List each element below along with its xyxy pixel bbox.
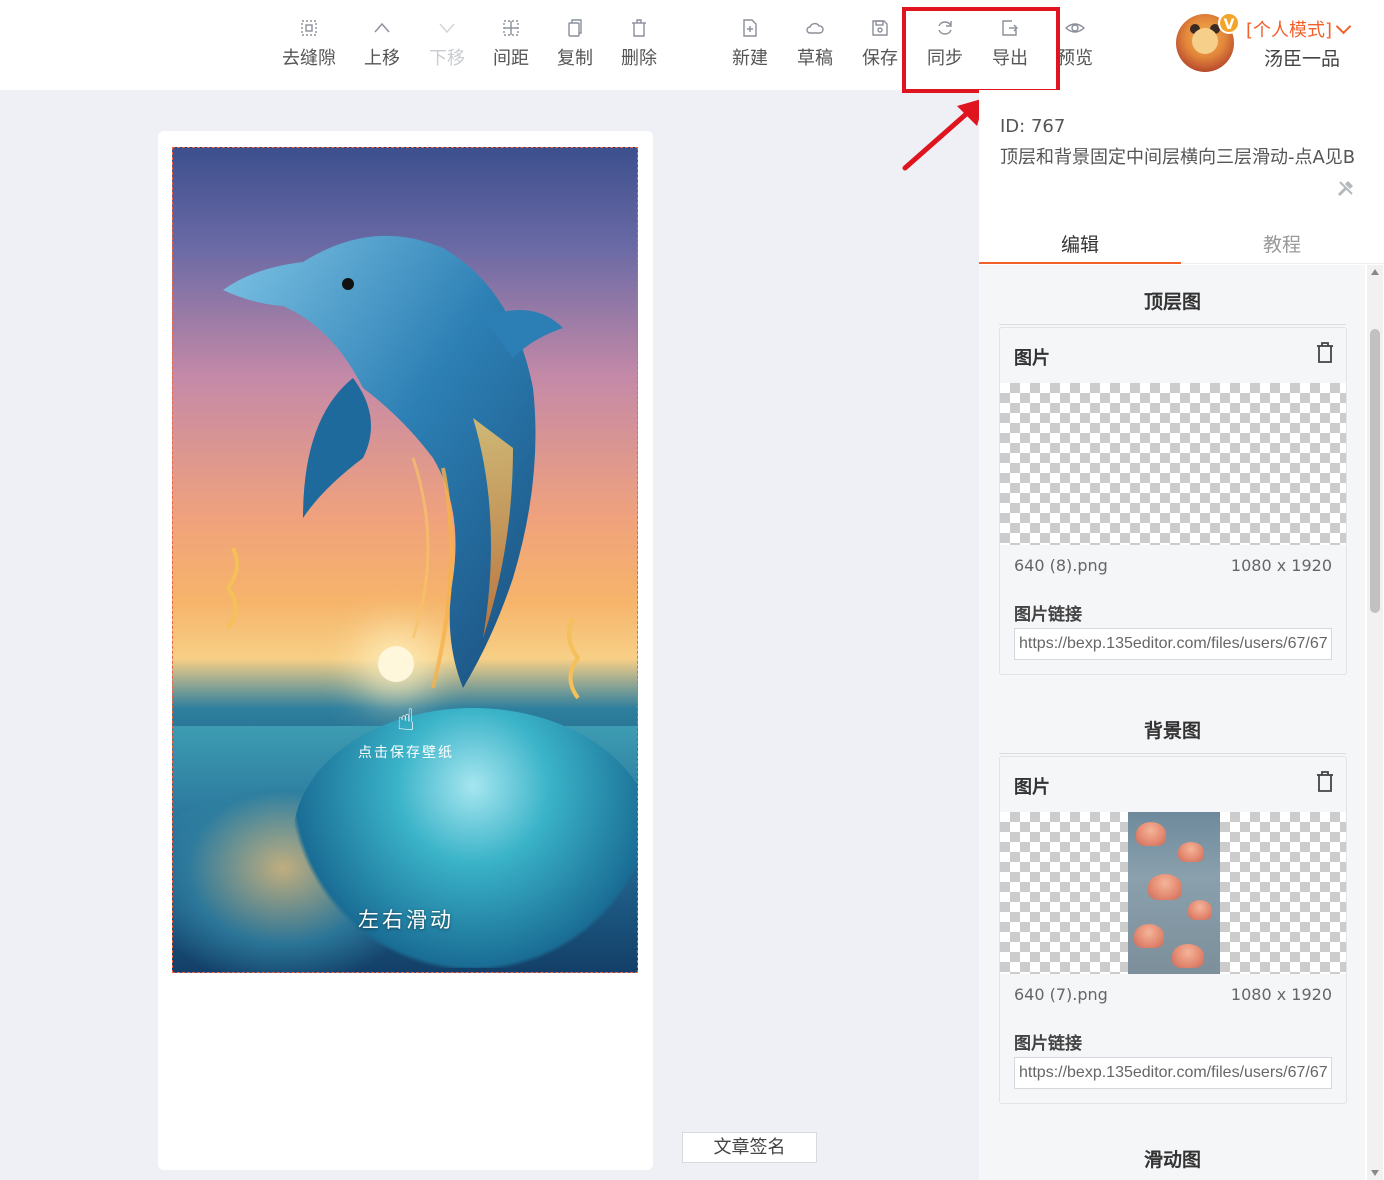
username: 汤臣一品	[1264, 48, 1341, 70]
section-title-background: 背景图	[999, 716, 1346, 754]
delete-button[interactable]: 删除	[609, 14, 669, 70]
spacing-icon	[481, 14, 541, 40]
tab-edit[interactable]: 编辑	[979, 230, 1181, 264]
template-title: 顶层和背景固定中间层横向三层滑动-点A见B	[1000, 147, 1356, 168]
file-name: 640 (8).png	[1014, 556, 1108, 575]
dolphin-artwork[interactable]: ☝ 点击保存壁纸 左右滑动	[172, 147, 638, 973]
vip-badge: V	[1218, 12, 1240, 34]
scrollbar-thumb[interactable]	[1370, 329, 1380, 613]
new-button[interactable]: 新建	[720, 14, 780, 70]
card-label: 图片	[1014, 777, 1050, 798]
move-down-button[interactable]: 下移	[417, 14, 477, 70]
mode-label: [个人模式]	[1246, 20, 1333, 41]
remove-gap-button[interactable]: 去缝隙	[279, 14, 339, 70]
image-link-input[interactable]	[1014, 628, 1332, 660]
file-size: 1080 x 1920	[1230, 985, 1332, 1004]
panel-scrollbar[interactable]	[1367, 265, 1383, 1180]
trash-icon[interactable]	[1316, 342, 1334, 364]
jellyfish-image	[1128, 812, 1220, 974]
article-signature-button[interactable]: 文章签名	[682, 1132, 817, 1163]
trash-icon[interactable]	[1316, 771, 1334, 793]
section-title-slide: 滑动图	[999, 1145, 1346, 1180]
new-label: 新建	[732, 48, 768, 69]
move-up-button[interactable]: 上移	[352, 14, 412, 70]
new-file-icon	[720, 14, 780, 40]
panel-tabs: 编辑 教程	[979, 224, 1384, 264]
spacing-button[interactable]: 间距	[481, 14, 541, 70]
chevron-down-icon	[417, 14, 477, 40]
draft-button[interactable]: 草稿	[785, 14, 845, 70]
chevron-up-icon	[352, 14, 412, 40]
tools-icon[interactable]	[1336, 178, 1356, 198]
delete-label: 删除	[621, 48, 657, 69]
swipe-hint: 左右滑动	[358, 908, 454, 932]
copy-button[interactable]: 复制	[545, 14, 605, 70]
trash-icon	[609, 14, 669, 40]
save-button[interactable]: 保存	[850, 14, 910, 70]
file-name: 640 (7).png	[1014, 985, 1108, 1004]
image-link-label: 图片链接	[1014, 1034, 1082, 1054]
draft-label: 草稿	[797, 48, 833, 69]
image-link-label: 图片链接	[1014, 605, 1082, 625]
chevron-down-icon	[1335, 18, 1352, 35]
move-down-label: 下移	[429, 48, 465, 69]
scroll-down-icon[interactable]	[1371, 1170, 1379, 1176]
panel-body: 顶层图 图片 640 (8).png 1080 x 1920 图片链接 背景图 …	[979, 265, 1365, 1180]
right-panel: ID: 767 顶层和背景固定中间层横向三层滑动-点A见B 编辑 教程 顶层图 …	[979, 90, 1384, 1180]
remove-gap-label: 去缝隙	[282, 48, 336, 69]
image-card-background: 图片 640 (7).png 1080 x 1920 图片链接	[999, 756, 1347, 1104]
file-size: 1080 x 1920	[1230, 556, 1332, 575]
image-preview-transparent[interactable]	[1000, 383, 1346, 545]
save-icon	[850, 14, 910, 40]
cloud-icon	[785, 14, 845, 40]
tab-tutorial[interactable]: 教程	[1181, 230, 1383, 264]
hand-pointer-icon: ☝	[396, 703, 416, 738]
template-id: ID: 767	[1000, 116, 1066, 137]
mode-dropdown[interactable]: [个人模式]	[1246, 16, 1352, 42]
image-link-input[interactable]	[1014, 1057, 1332, 1089]
scroll-up-icon[interactable]	[1371, 269, 1379, 275]
gap-icon	[279, 14, 339, 40]
image-card-top-layer: 图片 640 (8).png 1080 x 1920 图片链接	[999, 327, 1347, 675]
highlight-box	[902, 7, 1060, 93]
user-menu[interactable]: V [个人模式] 汤臣一品	[1176, 12, 1376, 74]
copy-icon	[545, 14, 605, 40]
save-wallpaper-hint: 点击保存壁纸	[358, 745, 454, 761]
copy-label: 复制	[557, 48, 593, 69]
dolphin-image	[223, 235, 581, 700]
image-preview-jellyfish[interactable]	[1000, 812, 1346, 974]
top-toolbar: 去缝隙 上移 下移 间距 复制 删除 新建 草稿 保存 同步 导出 预览 V […	[0, 0, 1384, 90]
spacing-label: 间距	[493, 48, 529, 69]
section-title-top-layer: 顶层图	[999, 287, 1346, 325]
move-up-label: 上移	[364, 48, 400, 69]
card-label: 图片	[1014, 348, 1050, 369]
save-label: 保存	[862, 48, 898, 69]
